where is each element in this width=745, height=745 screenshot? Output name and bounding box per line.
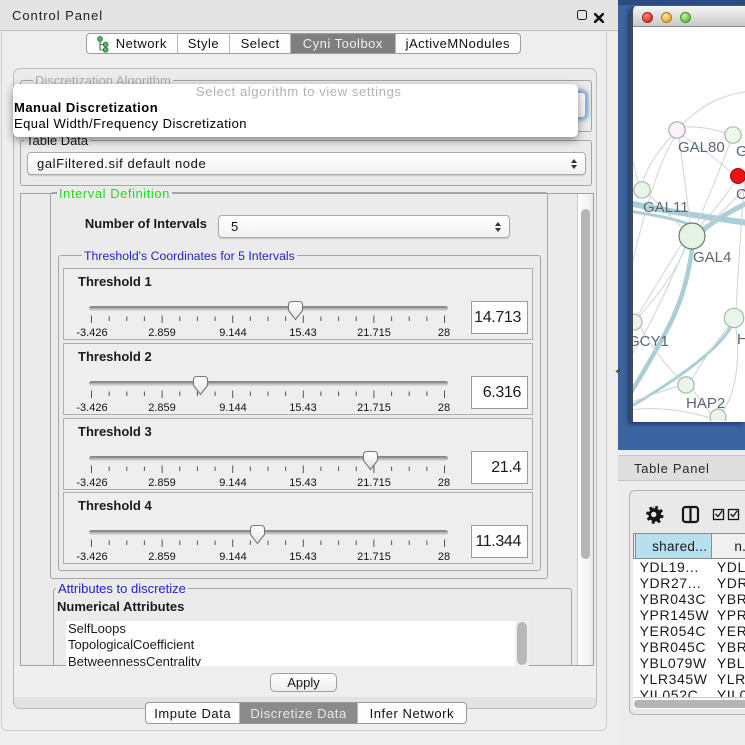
svg-text:C: C — [736, 186, 745, 203]
svg-text:GCY1: GCY1 — [633, 333, 669, 350]
svg-text:GAL4: GAL4 — [693, 249, 731, 266]
svg-text:H: H — [737, 331, 745, 348]
svg-text:G.: G. — [736, 143, 745, 160]
svg-text:GAL11: GAL11 — [643, 199, 689, 216]
svg-text:HAP2: HAP2 — [686, 395, 725, 412]
svg-text:GAL80: GAL80 — [678, 139, 725, 156]
